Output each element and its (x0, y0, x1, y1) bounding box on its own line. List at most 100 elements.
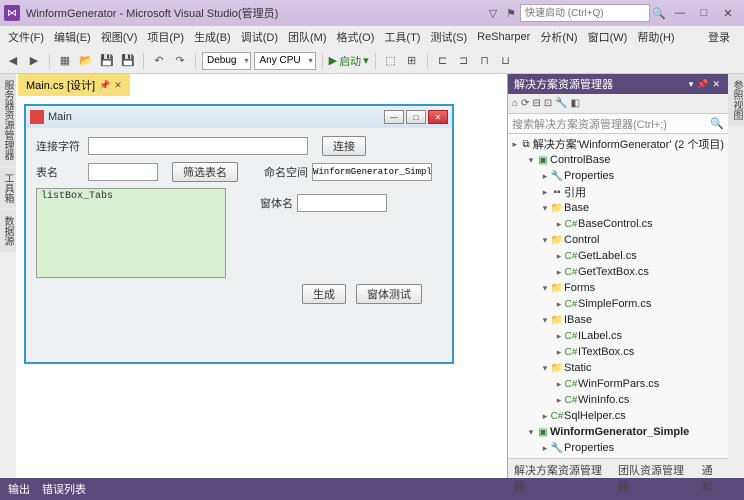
refresh-icon[interactable]: ⟳ (521, 98, 529, 109)
tool-icon[interactable]: ⬚ (382, 52, 400, 70)
close-icon[interactable]: ✕ (114, 80, 122, 91)
start-button[interactable]: ▶ 启动 ▾ (329, 53, 369, 69)
nav-back-icon[interactable]: ◀ (4, 52, 22, 70)
save-icon[interactable]: 💾 (98, 52, 116, 70)
generate-button[interactable]: 生成 (302, 284, 346, 304)
undo-icon[interactable]: ↶ (150, 52, 168, 70)
close-icon[interactable]: ✕ (710, 79, 722, 90)
dropdown-icon[interactable]: ▽ (484, 5, 502, 22)
login-link[interactable]: 登录 (704, 27, 740, 47)
new-icon[interactable]: ▦ (56, 52, 74, 70)
table-input[interactable] (88, 163, 158, 181)
showall-icon[interactable]: ⊡ (544, 98, 552, 109)
align-icon[interactable]: ⊐ (455, 52, 473, 70)
tree-item[interactable]: ▾▣ControlBase (508, 152, 728, 168)
filter-button[interactable]: 筛选表名 (172, 162, 238, 182)
form-max-button[interactable]: □ (406, 110, 426, 124)
tab-team-explorer[interactable]: 团队资源管理器 (612, 459, 696, 478)
redo-icon[interactable]: ↷ (171, 52, 189, 70)
pin-icon[interactable]: 📌 (99, 80, 110, 91)
expand-icon[interactable]: ▾ (540, 283, 550, 294)
tab-toolbox[interactable]: 工具箱 (0, 167, 16, 209)
tree-item[interactable]: ▸🔧Properties (508, 440, 728, 456)
expand-icon[interactable]: ▾ (540, 235, 550, 246)
sln-search-input[interactable]: 搜索解决方案资源管理器(Ctrl+;)🔍 (508, 114, 728, 134)
ns-input[interactable] (312, 163, 432, 181)
menu-window[interactable]: 窗口(W) (584, 27, 632, 47)
connect-button[interactable]: 连接 (322, 136, 366, 156)
tree-item[interactable]: ▾▣WinformGenerator_Simple (508, 424, 728, 440)
menu-view[interactable]: 视图(V) (97, 27, 142, 47)
tree-item[interactable]: ▸C#SqlHelper.cs (508, 408, 728, 424)
solution-root[interactable]: 解决方案'WinformGenerator' (2 个项目) (533, 136, 724, 152)
align-icon[interactable]: ⊔ (497, 52, 515, 70)
expand-icon[interactable]: ▸ (540, 171, 550, 182)
menu-debug[interactable]: 调试(D) (237, 27, 282, 47)
status-errors[interactable]: 错误列表 (42, 481, 86, 497)
collapse-icon[interactable]: ⊟ (532, 98, 540, 109)
tree-item[interactable]: ▸C#ILabel.cs (508, 328, 728, 344)
minimize-button[interactable]: — (668, 5, 692, 21)
expand-icon[interactable]: ▸ (540, 443, 550, 454)
expand-icon[interactable]: ▸ (540, 187, 550, 198)
close-button[interactable]: ✕ (716, 5, 740, 22)
align-icon[interactable]: ⊓ (476, 52, 494, 70)
tree-item[interactable]: ▾📁IBase (508, 312, 728, 328)
tables-listbox[interactable]: listBox_Tabs (36, 188, 226, 278)
saveall-icon[interactable]: 💾 (119, 52, 137, 70)
expand-icon[interactable]: ▸ (554, 267, 564, 278)
menu-analyze[interactable]: 分析(N) (536, 27, 581, 47)
platform-combo[interactable]: Any CPU (254, 52, 315, 70)
config-combo[interactable]: Debug (202, 52, 251, 70)
expand-icon[interactable]: ▾ (526, 155, 536, 166)
tree-item[interactable]: ▸C#GetLabel.cs (508, 248, 728, 264)
tree-item[interactable]: ▸C#WinFormPars.cs (508, 376, 728, 392)
expand-icon[interactable]: ▸ (554, 299, 564, 310)
tab-sln-explorer[interactable]: 解决方案资源管理器 (508, 459, 612, 478)
menu-build[interactable]: 生成(B) (190, 27, 235, 47)
flag-icon[interactable]: ⚑ (502, 5, 520, 22)
expand-icon[interactable]: ▸ (554, 347, 564, 358)
pin-icon[interactable]: 📌 (695, 79, 710, 90)
test-button[interactable]: 窗体测试 (356, 284, 422, 304)
expand-icon[interactable]: ▾ (526, 427, 536, 438)
expand-icon[interactable]: ▸ (540, 411, 550, 422)
expand-icon[interactable]: ▸ (510, 139, 519, 150)
tree-item[interactable]: ▸▪▪引用 (508, 184, 728, 200)
tab-notifications[interactable]: 通知 (696, 459, 728, 478)
doc-tab-main[interactable]: Main.cs [设计] 📌 ✕ (18, 74, 130, 96)
expand-icon[interactable]: ▾ (540, 203, 550, 214)
quick-launch-input[interactable] (520, 4, 650, 22)
tree-item[interactable]: ▾📁Control (508, 232, 728, 248)
tree-item[interactable]: ▸C#ITextBox.cs (508, 344, 728, 360)
tab-server-explorer[interactable]: 服务器资源管理器 (0, 74, 16, 166)
menu-project[interactable]: 项目(P) (143, 27, 188, 47)
menu-help[interactable]: 帮助(H) (633, 27, 678, 47)
tree-item[interactable]: ▾📁Forms (508, 280, 728, 296)
tab-ref-view[interactable]: 参照视图 (728, 74, 744, 126)
tree-item[interactable]: ▸C#GetTextBox.cs (508, 264, 728, 280)
tree-item[interactable]: ▸C#BaseControl.cs (508, 216, 728, 232)
form-min-button[interactable]: — (384, 110, 404, 124)
search-icon[interactable]: 🔍 (650, 5, 668, 22)
home-icon[interactable]: ⌂ (512, 98, 518, 109)
expand-icon[interactable]: ▸ (554, 395, 564, 406)
dropdown-icon[interactable]: ▾ (687, 79, 696, 90)
menu-file[interactable]: 文件(F) (4, 27, 48, 47)
tool-icon[interactable]: ⊞ (403, 52, 421, 70)
menu-resharper[interactable]: ReSharper (473, 29, 534, 45)
menu-team[interactable]: 团队(M) (284, 27, 331, 47)
tree-item[interactable]: ▸🔧Properties (508, 168, 728, 184)
tab-datasources[interactable]: 数据源 (0, 210, 16, 252)
form-close-button[interactable]: ✕ (428, 110, 448, 124)
tree-item[interactable]: ▾📁Static (508, 360, 728, 376)
expand-icon[interactable]: ▾ (540, 363, 550, 374)
expand-icon[interactable]: ▸ (554, 251, 564, 262)
formname-input[interactable] (297, 194, 387, 212)
open-icon[interactable]: 📂 (77, 52, 95, 70)
menu-format[interactable]: 格式(O) (333, 27, 379, 47)
solution-tree[interactable]: ▸ ⧉ 解决方案'WinformGenerator' (2 个项目) ▾▣Con… (508, 134, 728, 458)
tree-item[interactable]: ▸C#WinInfo.cs (508, 392, 728, 408)
menu-test[interactable]: 测试(S) (426, 27, 471, 47)
tree-item[interactable]: ▾📁Base (508, 200, 728, 216)
